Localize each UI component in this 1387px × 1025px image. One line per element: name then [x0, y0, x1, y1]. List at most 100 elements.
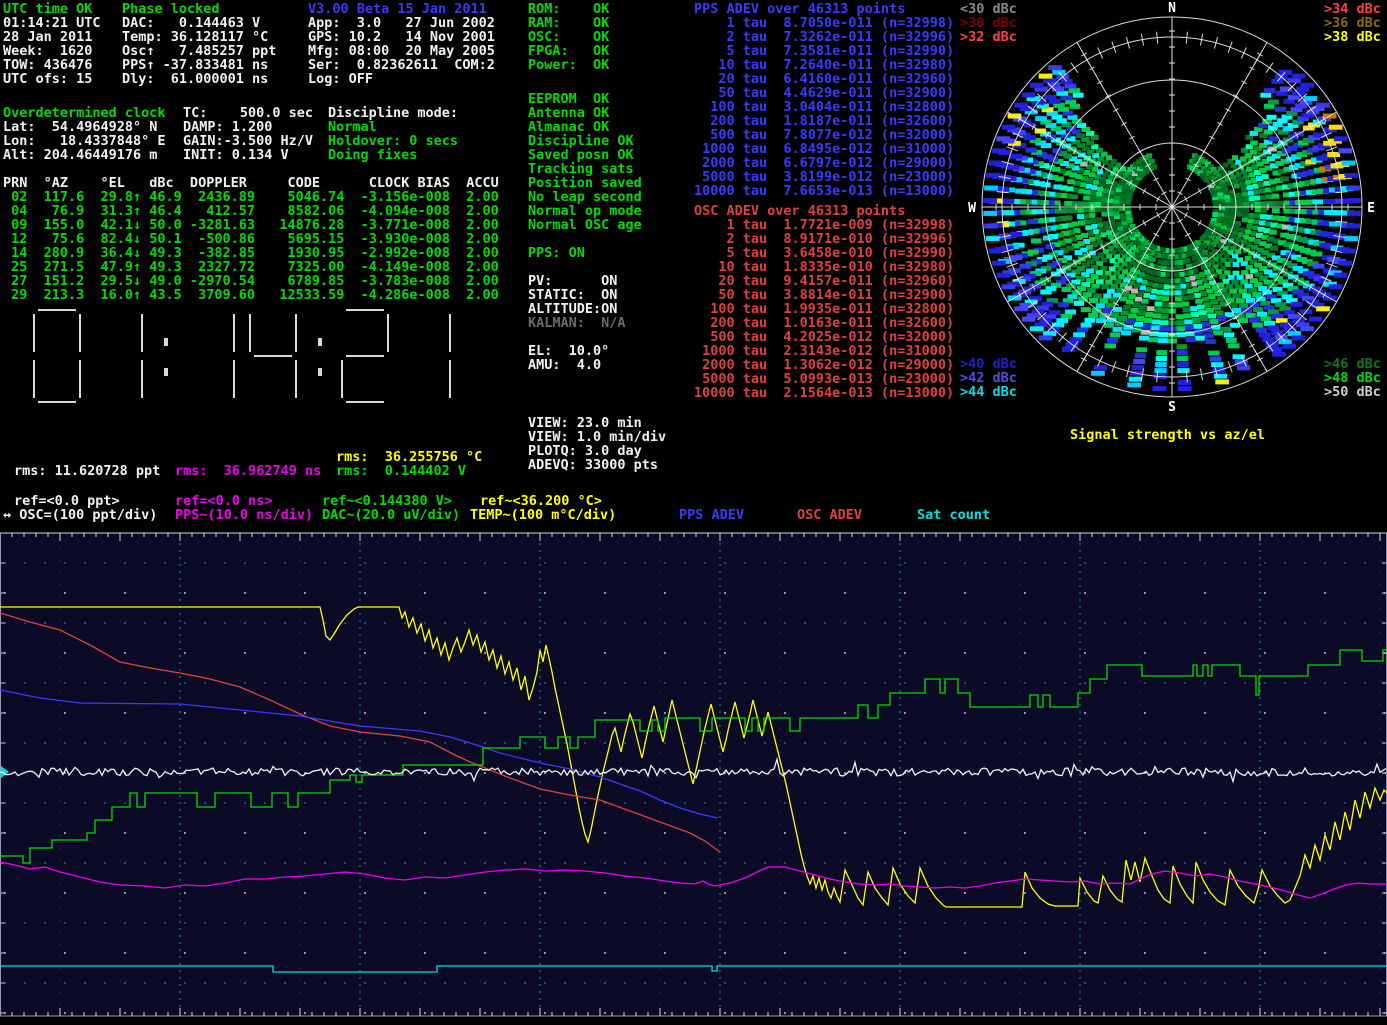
osc-adev-table-line: 2000 tau 1.3062e-012 (n=29000) [694, 358, 954, 372]
rms-osc-line: rms: 11.620728 ppt [14, 464, 160, 478]
compass-west-label: W [968, 201, 976, 216]
utc-status-line: Week: 1620 [3, 44, 101, 58]
mask-settings: EL: 10.0°AMU: 4.0 [528, 344, 609, 372]
ref-dac: ref~<0.144380 V> [322, 494, 452, 508]
fix-modes: PV: ONSTATIC: ONALTITUDE:ONKALMAN: N/A [528, 274, 626, 330]
view-info-line: PLOTQ: 3.0 day [528, 444, 666, 458]
version-info-line: Mfg: 08:00 20 May 2005 [308, 44, 495, 58]
osc-adev-table-line: 500 tau 4.2025e-012 (n=32000) [694, 330, 954, 344]
rms-dac-line: rms: 0.144402 V [336, 464, 466, 478]
utc-status-line: UTC time OK [3, 2, 101, 16]
pps-adev-table-line: 100 tau 3.0404e-011 (n=32800) [694, 100, 954, 114]
fix-modes-line: STATIC: ON [528, 288, 626, 302]
sat-table-line: 27 151.2 29.5↓ 49.0 -2970.54 6789.85 -3.… [3, 274, 499, 288]
version-info-line: App: 3.0 27 Jun 2002 [308, 16, 495, 30]
system-status-line: Almanac OK [528, 120, 642, 134]
pps-adev-table-line: 1000 tau 6.8495e-012 (n=31000) [694, 142, 954, 156]
position-block-line: Lat: 54.4964928° N [3, 120, 166, 134]
phase-status-line: Phase locked [122, 2, 276, 16]
signal-legend-nw: <30 dBc>30 dBc>32 dBc [960, 2, 1017, 44]
osc-adev-table-line: 5 tau 3.6458e-010 (n=32990) [694, 246, 954, 260]
rms-temp-line: rms: 36.255756 °C [336, 450, 482, 464]
pps-adev-table-line: 500 tau 7.8077e-012 (n=32000) [694, 128, 954, 142]
signal-legend-se-line: >48 dBc [1324, 371, 1381, 385]
sat-table-line: PRN °AZ °EL dBc DOPPLER CODE CLOCK BIAS … [3, 176, 499, 190]
phase-status-line: Temp: 36.128117 °C [122, 30, 276, 44]
position-block-line: Overdetermined clock [3, 106, 166, 120]
plot-scale-osc: ↔ OSC=(100 ppt/div) [3, 508, 157, 522]
sat-table-line: 02 117.6 29.8↑ 46.9 2436.89 5046.74 -3.1… [3, 190, 499, 204]
pps-adev-table-line: 10000 tau 7.6653e-013 (n=13000) [694, 184, 954, 198]
signal-legend-ne-line: >38 dBc [1324, 30, 1381, 44]
system-status-line: Discipline OK [528, 134, 642, 148]
utc-status-line: 28 Jan 2011 [3, 30, 101, 44]
ref-pps-line: ref=<0.0 ns> [175, 494, 273, 508]
osc-adev-table: OSC ADEV over 46313 points 1 tau 1.7721e… [694, 204, 954, 400]
ref-dac-line: ref~<0.144380 V> [322, 494, 452, 508]
signal-legend-sw-line: >42 dBc [960, 371, 1017, 385]
rms-dac: rms: 0.144402 V [336, 464, 466, 478]
view-info: VIEW: 23.0 minVIEW: 1.0 min/divPLOTQ: 3.… [528, 416, 666, 472]
discipline-mode-line: Doing fixes [328, 148, 458, 162]
signal-legend-nw-line: >32 dBc [960, 30, 1017, 44]
version-info: V3.00 Beta 15 Jan 2011App: 3.0 27 Jun 20… [308, 2, 495, 86]
position-block: Overdetermined clockLat: 54.4964928° NLo… [3, 106, 166, 162]
discipline-mode-line: Holdover: 0 secs [328, 134, 458, 148]
fix-modes-line: ALTITUDE:ON [528, 302, 626, 316]
loop-params-line: INIT: 0.134 V [183, 148, 313, 162]
rms-pps-line: rms: 36.962749 ns [175, 464, 321, 478]
version-info-line: GPS: 10.2 14 Nov 2001 [308, 30, 495, 44]
signal-legend-nw-line: <30 dBc [960, 2, 1017, 16]
fix-modes-line: PV: ON [528, 274, 626, 288]
pps-status-line: PPS: ON [528, 246, 585, 260]
signal-legend-nw-line: >30 dBc [960, 16, 1017, 30]
signal-legend-sw-line: >44 dBc [960, 385, 1017, 399]
plot-label-satcount: Sat count [917, 508, 990, 522]
pps-adev-table-line: PPS ADEV over 46313 points [694, 2, 954, 16]
receiver-selftest: ROM: OKRAM: OKOSC: OKFPGA: OKPower: OK [528, 2, 609, 72]
pps-adev-table-line: 2000 tau 6.6797e-012 (n=29000) [694, 156, 954, 170]
pps-adev-table-line: 2 tau 7.3262e-011 (n=32996) [694, 30, 954, 44]
fix-modes-line: KALMAN: N/A [528, 316, 626, 330]
pps-adev-table-line: 10 tau 7.2640e-011 (n=32980) [694, 58, 954, 72]
receiver-selftest-line: OSC: OK [528, 30, 609, 44]
signal-legend-ne-line: >36 dBc [1324, 16, 1381, 30]
osc-adev-table-line: 50 tau 3.8814e-011 (n=32900) [694, 288, 954, 302]
osc-adev-table-line: 5000 tau 5.0993e-013 (n=23000) [694, 372, 954, 386]
receiver-selftest-line: Power: OK [528, 58, 609, 72]
pps-adev-table: PPS ADEV over 46313 points 1 tau 8.7050e… [694, 2, 954, 198]
osc-adev-table-line: 2 tau 8.9171e-010 (n=32996) [694, 232, 954, 246]
sat-table: PRN °AZ °EL dBc DOPPLER CODE CLOCK BIAS … [3, 176, 499, 302]
sat-table-line: 04 76.9 31.3↑ 46.4 412.57 8582.06 -4.094… [3, 204, 499, 218]
pps-adev-table-line: 200 tau 1.8187e-011 (n=32600) [694, 114, 954, 128]
sat-table-line: 25 271.5 47.9↑ 49.3 2327.72 7325.00 -4.1… [3, 260, 499, 274]
system-status-line: Normal op mode [528, 204, 642, 218]
plot-scale-temp: TEMP~(100 m°C/div) [470, 508, 616, 522]
pps-adev-table-line: 5 tau 7.3581e-011 (n=32990) [694, 44, 954, 58]
discipline-mode-line: Discipline mode: [328, 106, 458, 120]
phase-status-line: PPS↑ -37.833481 ns [122, 58, 276, 72]
osc-adev-table-line: 1 tau 1.7721e-009 (n=32998) [694, 218, 954, 232]
ref-temp: ref~<36.200 °C> [480, 494, 602, 508]
osc-adev-table-line: OSC ADEV over 46313 points [694, 204, 954, 218]
signal-legend-sw: >40 dBc>42 dBc>44 dBc [960, 357, 1017, 399]
plot-label-satcount-line: Sat count [917, 508, 990, 522]
mask-settings-line: EL: 10.0° [528, 344, 609, 358]
loop-params-line: GAIN:-3.500 Hz/V [183, 134, 313, 148]
osc-adev-table-line: 200 tau 1.0163e-011 (n=32600) [694, 316, 954, 330]
compass-east-label: E [1367, 201, 1375, 216]
sat-table-line: 29 213.3 16.0↑ 43.5 3709.60 12533.59 -4.… [3, 288, 499, 302]
loop-params-line: TC: 500.0 sec [183, 106, 313, 120]
utc-status: UTC time OK01:14:21 UTC28 Jan 2011Week: … [3, 2, 101, 86]
version-info-line: V3.00 Beta 15 Jan 2011 [308, 2, 495, 16]
view-info-line: ADEVQ: 33000 pts [528, 458, 666, 472]
ref-pps: ref=<0.0 ns> [175, 494, 273, 508]
discipline-mode-line: Normal [328, 120, 458, 134]
signal-legend-ne: >34 dBc>36 dBc>38 dBc [1324, 2, 1381, 44]
plot-scale-pps-line: PPS~(10.0 ns/div) [175, 508, 313, 522]
plot-label-oscadev: OSC ADEV [797, 508, 862, 522]
lady-heather-app: NESW UTC time OK01:14:21 UTC28 Jan 2011W… [0, 0, 1387, 1025]
system-status-line: Antenna OK [528, 106, 642, 120]
history-plot[interactable] [0, 527, 1387, 1025]
osc-adev-table-line: 20 tau 9.4157e-011 (n=32960) [694, 274, 954, 288]
